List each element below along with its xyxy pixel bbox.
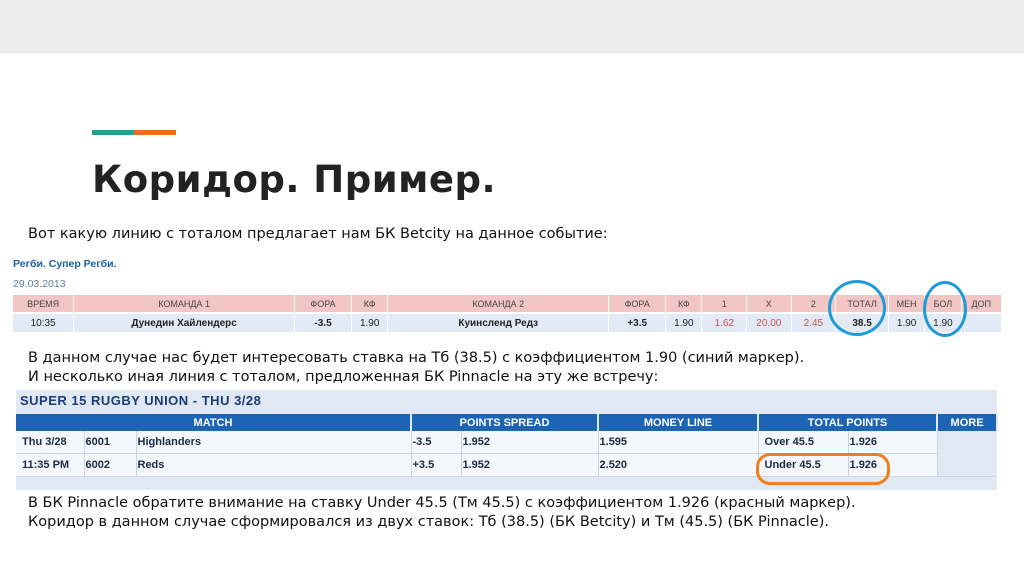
team2-handicap: +3.5: [609, 314, 666, 332]
header-cell: КФ: [352, 295, 388, 312]
header-cell: МЕН: [889, 295, 925, 312]
team1-handicap: -3.5: [295, 314, 352, 332]
team2-odds-link[interactable]: 1.90: [666, 314, 702, 332]
rotation-number: 6001: [84, 431, 137, 454]
event-time: 10:35: [13, 314, 74, 332]
slide-title: Коридор. Пример.: [92, 158, 497, 201]
bottom-text-2: Коридор в данном случае сформировался из…: [28, 514, 829, 530]
accent-line-orange: [134, 130, 176, 135]
draw-odds-link[interactable]: 20.00: [747, 314, 791, 332]
team-name: Reds: [136, 453, 412, 477]
header-cell: ФОРА: [609, 295, 666, 312]
table-row: Thu 3/28 6001 Highlanders -3.5 1.952 1.5…: [16, 431, 998, 477]
header-cell: КОМАНДА 2: [388, 295, 609, 312]
mid-text-2: И несколько иная линия с тоталом, предло…: [28, 369, 659, 385]
accent-line-teal: [92, 130, 134, 135]
match-time: 11:35 PM: [16, 453, 85, 477]
header-cell: POINTS SPREAD: [411, 414, 600, 431]
match-date: Thu 3/28: [16, 431, 85, 454]
header-cell: ВРЕМЯ: [13, 295, 74, 312]
team2-name: Куинсленд Редз: [388, 314, 609, 332]
spread-value: -3.5: [411, 431, 462, 454]
team-name: Highlanders: [136, 431, 412, 454]
spread-odds-link[interactable]: 1.952: [461, 431, 599, 454]
rotation-number: 6002: [84, 453, 137, 477]
moneyline-odds-link[interactable]: 2.520: [598, 453, 759, 477]
win1-odds-link[interactable]: 1.62: [702, 314, 747, 332]
header-cell: MONEY LINE: [598, 414, 760, 431]
team1-name: Дунедин Хайлендерс: [74, 314, 295, 332]
pinnacle-header-row: MATCH POINTS SPREAD MONEY LINE TOTAL POI…: [16, 414, 999, 431]
mid-text-1: В данном случае нас будет интересовать с…: [28, 350, 805, 366]
intro-text: Вот какую линию с тоталом предлагает нам…: [28, 226, 608, 242]
header-cell: ДОП: [961, 295, 1001, 312]
under-odds-link[interactable]: 1.90: [889, 314, 925, 332]
header-cell: ФОРА: [295, 295, 352, 312]
header-cell: TOTAL POINTS: [758, 414, 939, 431]
blue-marker-over: [923, 281, 967, 337]
moneyline-odds-link[interactable]: 1.595: [598, 431, 759, 454]
total-odds-link[interactable]: 1.926: [848, 431, 938, 454]
total-label: Over 45.5: [758, 431, 849, 454]
orange-marker-under: [756, 453, 890, 485]
header-cell: X: [747, 295, 791, 312]
header-cell: 1: [702, 295, 747, 312]
header-cell: MORE: [937, 414, 999, 431]
more-cell[interactable]: [937, 431, 998, 477]
pinnacle-title: SUPER 15 RUGBY UNION - THU 3/28: [20, 393, 262, 408]
header-cell: КОМАНДА 1: [74, 295, 295, 312]
header-cell: КФ: [666, 295, 702, 312]
extra-link[interactable]: [961, 314, 1001, 332]
bottom-text-1: В БК Pinnacle обратите внимание на ставк…: [28, 495, 856, 511]
spread-value: +3.5: [411, 453, 462, 477]
betcity-league: Регби. Супер Регби.: [13, 258, 117, 270]
top-bar: [0, 0, 1024, 53]
spread-odds-link[interactable]: 1.952: [461, 453, 599, 477]
header-cell: MATCH: [16, 414, 412, 431]
blue-marker-total: [828, 280, 886, 336]
betcity-date: 29.03.2013: [13, 278, 66, 290]
team1-odds-link[interactable]: 1.90: [352, 314, 388, 332]
